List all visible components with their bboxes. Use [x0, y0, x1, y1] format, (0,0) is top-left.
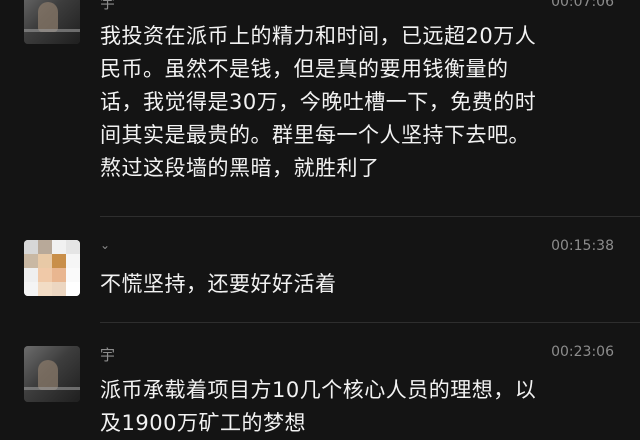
message-divider [100, 322, 640, 323]
sender-name[interactable]: 宇 [100, 344, 115, 365]
avatar-pixel [38, 268, 52, 282]
avatar-rail [24, 387, 80, 390]
avatar-pixel [38, 240, 52, 254]
avatar-pixel [24, 282, 38, 296]
message-item: 宇 00:23:06 派币承载着项目方10几个核心人员的理想，以 及1900万矿… [0, 330, 640, 435]
avatar-pixel [24, 254, 38, 268]
message-divider [100, 216, 640, 217]
message-line: 及1900万矿工的梦想 [100, 411, 306, 435]
avatar[interactable] [24, 240, 80, 296]
message-time: 00:23:06 [551, 344, 614, 360]
avatar-pixel [66, 254, 80, 268]
message-line: 民币。虽然不是钱，但是真的要用钱衡量的 [100, 57, 509, 81]
message-item: ⌄ 00:15:38 不慌坚持，还要好好活着 [0, 224, 640, 320]
avatar-pixel [52, 240, 66, 254]
avatar-pixel [38, 254, 52, 268]
message-item: 宇 00:07:06 我投资在派币上的精力和时间，已远超20万人 民币。虽然不是… [0, 0, 640, 220]
message-line: 话，我觉得是30万，今晚吐槽一下，免费的时 [100, 90, 537, 114]
avatar-figure [38, 2, 58, 32]
message-line: 熬过这段墙的黑暗，就胜利了 [100, 156, 380, 180]
message-line: 不慌坚持，还要好好活着 [100, 272, 337, 296]
avatar-pixel [52, 282, 66, 296]
avatar-rail [24, 29, 80, 32]
avatar-pixel [38, 282, 52, 296]
avatar-figure [38, 360, 58, 390]
chevron-down-icon: ⌄ [100, 238, 111, 252]
message-text[interactable]: 不慌坚持，还要好好活着 [100, 268, 620, 301]
avatar-pixel [52, 268, 66, 282]
avatar-pixel [24, 240, 38, 254]
message-time: 00:07:06 [551, 0, 614, 10]
avatar[interactable] [24, 346, 80, 402]
avatar-pixel [66, 282, 80, 296]
avatar-pixel [66, 268, 80, 282]
message-line: 我投资在派币上的精力和时间，已远超20万人 [100, 24, 537, 48]
avatar-pixel [66, 240, 80, 254]
message-line: 间其实是最贵的。群里每一个人坚持下去吧。 [100, 123, 530, 147]
message-line: 派币承载着项目方10几个核心人员的理想，以 [100, 378, 537, 402]
message-text[interactable]: 派币承载着项目方10几个核心人员的理想，以 及1900万矿工的梦想 [100, 374, 620, 440]
avatar-pixel [24, 268, 38, 282]
avatar[interactable] [24, 0, 80, 44]
message-time: 00:15:38 [551, 238, 614, 254]
avatar-pixel [52, 254, 66, 268]
sender-name[interactable]: 宇 [100, 0, 115, 13]
message-text[interactable]: 我投资在派币上的精力和时间，已远超20万人 民币。虽然不是钱，但是真的要用钱衡量… [100, 20, 620, 185]
